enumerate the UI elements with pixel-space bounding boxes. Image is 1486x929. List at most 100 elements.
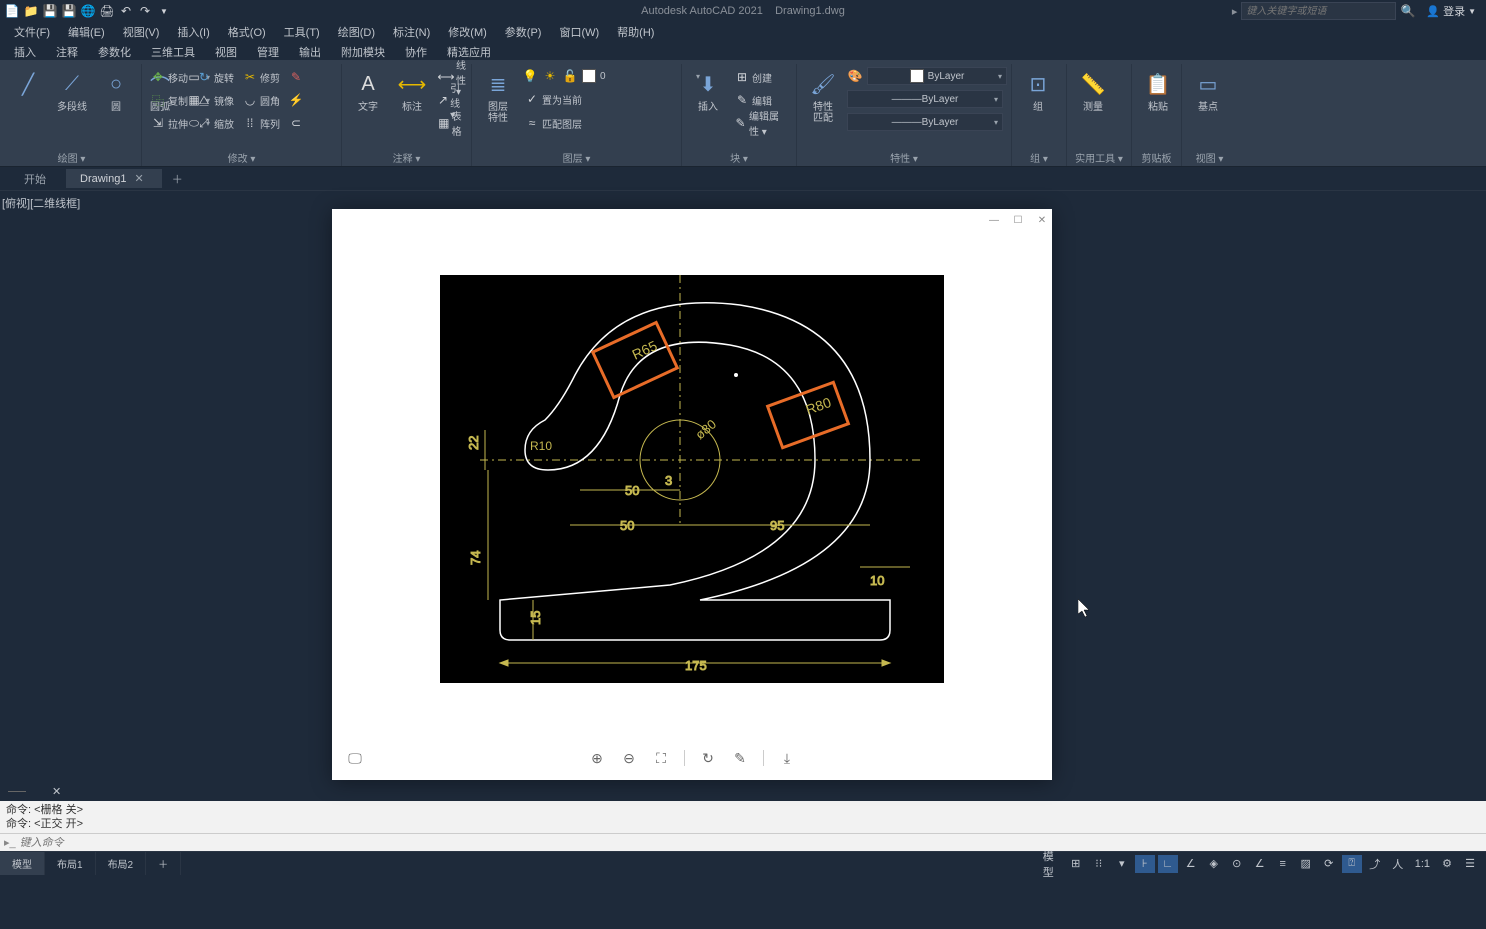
search-icon[interactable]: 🔍 — [1400, 3, 1416, 19]
minimize-icon[interactable]: — — [988, 214, 1000, 226]
fillet-button[interactable]: ◡圆角 — [240, 89, 282, 111]
cmd-close-icon[interactable]: ✕ — [52, 785, 64, 797]
layout1-tab[interactable]: 布局1 — [45, 852, 96, 875]
tab-express[interactable]: 精选应用 — [437, 42, 501, 60]
text-button[interactable]: A文字 — [348, 66, 388, 148]
view-label[interactable]: [俯视][二维线框] — [2, 195, 80, 211]
login-button[interactable]: 👤 登录 ▼ — [1420, 3, 1482, 19]
edit-icon[interactable]: ✎ — [731, 749, 749, 767]
rotate-icon[interactable]: ↻ — [699, 749, 717, 767]
lw-toggle[interactable]: ≡ — [1273, 855, 1293, 873]
panel-group-title[interactable]: 组 ▾ — [1018, 148, 1060, 164]
array-button[interactable]: ⁞⁞阵列 — [240, 112, 282, 134]
undo-icon[interactable]: ↶ — [118, 3, 134, 19]
close-icon[interactable]: ✕ — [1036, 214, 1048, 226]
layout2-tab[interactable]: 布局2 — [96, 852, 147, 875]
circle-button[interactable]: ○圆 — [96, 66, 136, 148]
line-button[interactable]: ╱ — [8, 66, 48, 148]
menu-dim[interactable]: 标注(N) — [385, 22, 438, 42]
layout-plus[interactable]: ＋ — [146, 852, 181, 875]
linetype-dropdown[interactable]: ——— ByLayer▾ — [847, 113, 1003, 131]
mirror-button[interactable]: ⧋镜像 — [194, 89, 236, 111]
menu-edit[interactable]: 编辑(E) — [60, 22, 113, 42]
tab-manage[interactable]: 管理 — [247, 42, 289, 60]
menu-param[interactable]: 参数(P) — [497, 22, 550, 42]
tab-3dtools[interactable]: 三维工具 — [141, 42, 205, 60]
scale-display[interactable]: 1:1 — [1411, 855, 1434, 873]
model-tab[interactable]: 模型 — [0, 852, 45, 875]
move-button[interactable]: ✥移动 — [148, 66, 190, 88]
stretch-button[interactable]: ⇲拉伸 — [148, 112, 190, 134]
copy-button[interactable]: ⿻复制 — [148, 89, 190, 111]
grid-toggle[interactable]: ⊞ — [1066, 855, 1086, 873]
ws-toggle[interactable]: ⚙ — [1437, 855, 1457, 873]
save-icon[interactable]: 💾 — [42, 3, 58, 19]
base-button[interactable]: ▭基点 — [1188, 66, 1228, 148]
panel-block-title[interactable]: 块 ▾ — [688, 148, 790, 164]
menu-window[interactable]: 窗口(W) — [551, 22, 607, 42]
ortho-toggle[interactable]: ∟ — [1158, 855, 1178, 873]
redo-icon[interactable]: ↷ — [137, 3, 153, 19]
tab-view[interactable]: 视图 — [205, 42, 247, 60]
panel-modify-title[interactable]: 修改 ▾ — [148, 148, 335, 164]
scale-button[interactable]: ⤢缩放 — [194, 112, 236, 134]
panel-annot-title[interactable]: 注释 ▾ — [348, 148, 465, 164]
panel-draw-title[interactable]: 绘图 ▾ — [8, 148, 135, 164]
tab-output[interactable]: 输出 — [289, 42, 331, 60]
menu-file[interactable]: 文件(F) — [6, 22, 58, 42]
anno-toggle[interactable]: ⍰ — [1342, 855, 1362, 873]
layer-dropdown[interactable]: 💡☀🔓0▾ — [522, 66, 700, 86]
download-icon[interactable]: ⤓ — [778, 749, 796, 767]
panel-layer-title[interactable]: 图层 ▾ — [478, 148, 675, 164]
transparency-toggle[interactable]: ▨ — [1296, 855, 1316, 873]
matchlayer-button[interactable]: ≈匹配图层 — [522, 112, 700, 134]
menu-tools[interactable]: 工具(T) — [276, 22, 328, 42]
polyline-button[interactable]: ⟋多段线 — [52, 66, 92, 148]
trim-button[interactable]: ✂修剪 — [240, 66, 282, 88]
saveas-icon[interactable]: 💾 — [61, 3, 77, 19]
measure-button[interactable]: 📏测量 — [1073, 66, 1113, 148]
lineweight-dropdown[interactable]: ——— ByLayer▾ — [847, 90, 1003, 108]
menu-format[interactable]: 格式(O) — [220, 22, 274, 42]
rotate-button[interactable]: ↻旋转 — [194, 66, 236, 88]
open-icon[interactable]: 📁 — [23, 3, 39, 19]
menu-view[interactable]: 视图(V) — [115, 22, 168, 42]
menu-modify[interactable]: 修改(M) — [440, 22, 495, 42]
panel-util-title[interactable]: 实用工具 ▾ — [1073, 148, 1125, 164]
monitor-icon[interactable]: 🖵 — [346, 749, 364, 767]
menu-help[interactable]: 帮助(H) — [609, 22, 662, 42]
maximize-icon[interactable]: ☐ — [1012, 214, 1024, 226]
group-button[interactable]: ⊡组 — [1018, 66, 1058, 148]
offset-button[interactable]: ⊂ — [286, 112, 306, 134]
tab-collab[interactable]: 协作 — [395, 42, 437, 60]
new-tab-button[interactable]: ＋ — [162, 168, 193, 190]
autoscale-toggle[interactable]: ⤴ — [1365, 855, 1385, 873]
qat-dropdown-icon[interactable]: ▼ — [156, 3, 172, 19]
table-button[interactable]: ▦表格 — [436, 112, 468, 134]
cycle-toggle[interactable]: ⟳ — [1319, 855, 1339, 873]
custom-toggle[interactable]: ☰ — [1460, 855, 1480, 873]
color-dropdown[interactable]: ByLayer▾ — [867, 67, 1007, 85]
paste-button[interactable]: 📋粘贴 — [1138, 66, 1178, 148]
zoom-out-icon[interactable]: ⊖ — [620, 749, 638, 767]
panel-props-title[interactable]: 特性 ▾ — [803, 148, 1005, 164]
osnap-toggle[interactable]: ⊙ — [1227, 855, 1247, 873]
menu-insert[interactable]: 插入(I) — [169, 22, 217, 42]
zoom-in-icon[interactable]: ⊕ — [588, 749, 606, 767]
tab-insert[interactable]: 插入 — [4, 42, 46, 60]
model-toggle[interactable]: 模型 — [1043, 855, 1063, 873]
snap-toggle[interactable]: ⁝⁝ — [1089, 855, 1109, 873]
command-input[interactable] — [20, 837, 1482, 849]
drawing-tab[interactable]: Drawing1✕ — [66, 169, 162, 188]
matchprop-button[interactable]: 🖌特性 匹配 — [803, 66, 843, 148]
infer-toggle[interactable]: ⊦ — [1135, 855, 1155, 873]
status-dd[interactable]: ▾ — [1112, 855, 1132, 873]
plot-icon[interactable]: 🖨 — [99, 3, 115, 19]
new-icon[interactable]: 📄 — [4, 3, 20, 19]
viewport[interactable]: [俯视][二维线框] — ☐ ✕ R65 R80 ø80 R10 22 74 5… — [0, 191, 1486, 781]
erase-button[interactable]: ✎ — [286, 66, 306, 88]
tab-parametric[interactable]: 参数化 — [88, 42, 141, 60]
menu-draw[interactable]: 绘图(D) — [330, 22, 383, 42]
explode-button[interactable]: ⚡ — [286, 89, 306, 111]
otrack-toggle[interactable]: ∠ — [1250, 855, 1270, 873]
